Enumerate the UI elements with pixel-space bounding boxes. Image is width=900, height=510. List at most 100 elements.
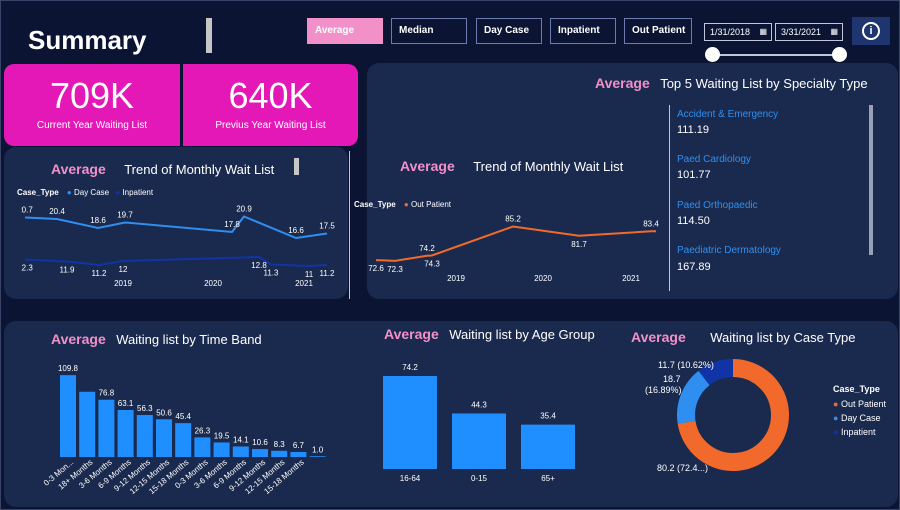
time-band-bar[interactable] xyxy=(232,446,249,457)
time-band-bar[interactable] xyxy=(98,399,115,457)
day-case-data-label: 20.9 xyxy=(236,205,252,214)
time-band-header: Average Waiting list by Time Band xyxy=(51,331,262,349)
time-band-bar[interactable] xyxy=(309,456,326,457)
time-band-bar[interactable] xyxy=(290,452,307,457)
specialty-scrollbar[interactable] xyxy=(869,105,873,255)
age-group-bar[interactable] xyxy=(521,424,575,469)
time-band-bar[interactable] xyxy=(156,419,172,457)
bar-data-label: 109.8 xyxy=(58,364,79,373)
x-tick-label: 2020 xyxy=(534,274,552,283)
case-type-legend: Case_Type ● Out Patient ● Day Case ● Inp… xyxy=(833,384,886,437)
case-type-header: Average Waiting list by Case Type xyxy=(631,329,855,347)
time-band-bar[interactable] xyxy=(175,423,192,457)
legend-item-inpatient: Inpatient xyxy=(122,188,154,197)
start-date-field[interactable]: 1/31/2018 ▦ xyxy=(704,23,772,41)
x-tick-label: 2019 xyxy=(447,274,465,283)
time-band-bar[interactable] xyxy=(136,415,153,457)
trend-divider xyxy=(349,151,350,299)
calendar-icon[interactable]: ▦ xyxy=(759,24,767,40)
donut-label-day-case: 18.7 xyxy=(663,374,681,384)
info-button[interactable]: i xyxy=(852,17,890,45)
x-tick-label: 16-64 xyxy=(400,474,421,483)
specialty-name: Paed Orthopaedic xyxy=(677,200,758,211)
specialty-value: 167.89 xyxy=(677,261,711,273)
inpatient-data-label: 11.2 xyxy=(320,269,336,278)
date-slider-start-handle[interactable] xyxy=(705,47,720,62)
bar-data-label: 35.4 xyxy=(540,412,556,421)
date-slider-track xyxy=(713,54,841,56)
median-button[interactable]: Median xyxy=(391,18,467,44)
specialty-header: Average Top 5 Waiting List by Specialty … xyxy=(595,75,868,93)
legend-dot-icon: ● xyxy=(66,188,72,197)
day-case-button[interactable]: Day Case xyxy=(476,18,542,44)
inpatient-button[interactable]: Inpatient xyxy=(550,18,616,44)
out-patient-line xyxy=(375,225,656,262)
bar-data-label: 6.7 xyxy=(293,441,305,450)
day-case-data-label: 20.7 xyxy=(21,206,33,215)
time-band-bar[interactable] xyxy=(60,375,76,457)
time-band-bar[interactable] xyxy=(117,409,134,457)
bar-data-label: 63.1 xyxy=(118,399,134,408)
measure-label: Average xyxy=(631,329,686,345)
date-slider-end-handle[interactable] xyxy=(832,47,847,62)
age-group-header: Average Waiting list by Age Group xyxy=(384,326,595,344)
end-date-field[interactable]: 3/31/2021 ▦ xyxy=(775,23,843,41)
bar-data-label: 56.3 xyxy=(137,404,153,413)
day-case-data-label: 17.5 xyxy=(319,222,335,231)
time-band-bar[interactable] xyxy=(79,391,96,457)
kpi-previous-value: 640K xyxy=(228,75,313,116)
legend-item-out-patient: Out Patient xyxy=(410,200,451,209)
day-case-data-label: 17.8 xyxy=(224,220,240,229)
title-divider xyxy=(206,18,212,53)
inpatient-data-label: 12 xyxy=(119,265,128,274)
case-type-title: Waiting list by Case Type xyxy=(710,330,856,345)
donut-slice-day-case[interactable] xyxy=(677,370,710,424)
kpi-previous-label: Previus Year Waiting List xyxy=(215,120,326,131)
measure-label: Average xyxy=(384,326,439,342)
out-patient-data-label: 74.3 xyxy=(424,260,440,269)
legend-item-day-case: Day Case xyxy=(840,413,881,423)
time-band-bar[interactable] xyxy=(213,442,230,457)
out-patient-data-label: 85.2 xyxy=(505,215,521,224)
page-title: Summary xyxy=(28,25,147,55)
time-band-bar[interactable] xyxy=(194,437,211,457)
legend-dot-icon: ● xyxy=(833,399,839,409)
inpatient-data-label: 11.9 xyxy=(60,266,76,275)
bar-data-label: 44.3 xyxy=(471,400,487,409)
bar-data-label: 45.4 xyxy=(175,412,191,421)
calendar-icon[interactable]: ▦ xyxy=(830,24,838,40)
info-icon: i xyxy=(862,22,880,40)
specialty-value: 101.77 xyxy=(677,169,711,181)
kpi-current-label: Current Year Waiting List xyxy=(36,120,148,131)
time-band-bar[interactable] xyxy=(252,449,268,457)
kpi-current-year: 709K Current Year Waiting List xyxy=(4,64,180,146)
day-case-line xyxy=(24,215,328,240)
measure-label: Average xyxy=(400,158,455,174)
specialty-divider xyxy=(669,105,670,291)
kpi-previous-year: 640K Previus Year Waiting List xyxy=(183,64,358,146)
measure-label: Average xyxy=(595,75,650,91)
measure-label: Average xyxy=(51,331,106,347)
legend-item-out-patient: Out Patient xyxy=(840,399,886,409)
age-group-bar[interactable] xyxy=(452,413,506,469)
dashboard: Summary Average Median Day Case Inpatien… xyxy=(0,0,900,510)
specialty-title: Top 5 Waiting List by Specialty Type xyxy=(660,76,868,91)
average-button[interactable]: Average xyxy=(307,18,383,44)
day-case-data-label: 16.6 xyxy=(288,226,304,235)
inpatient-data-label: 11 xyxy=(305,270,314,279)
age-group-bar[interactable] xyxy=(383,376,437,469)
bar-data-label: 50.6 xyxy=(156,408,172,417)
time-band-chart: 109.80-3 Mon...18+ Months76.83-6 Months6… xyxy=(42,364,326,496)
bar-data-label: 19.5 xyxy=(214,431,230,440)
bar-data-label: 1.0 xyxy=(312,445,324,454)
time-band-bar[interactable] xyxy=(271,450,288,457)
x-tick-label: 65+ xyxy=(541,474,555,483)
inpatient-data-label: 11.3 xyxy=(264,269,280,278)
end-date-value: 3/31/2021 xyxy=(781,27,822,37)
x-tick-label: 0-15 xyxy=(471,474,488,483)
trend-left-legend: Case_Type ● Day Case ● Inpatient xyxy=(17,188,153,197)
out-patient-data-label: 72.6 xyxy=(368,264,384,273)
out-patient-data-label: 81.7 xyxy=(571,240,587,249)
out-patient-button[interactable]: Out Patient xyxy=(624,18,692,44)
trend-right-legend: Case_Type ● Out Patient xyxy=(354,200,451,209)
